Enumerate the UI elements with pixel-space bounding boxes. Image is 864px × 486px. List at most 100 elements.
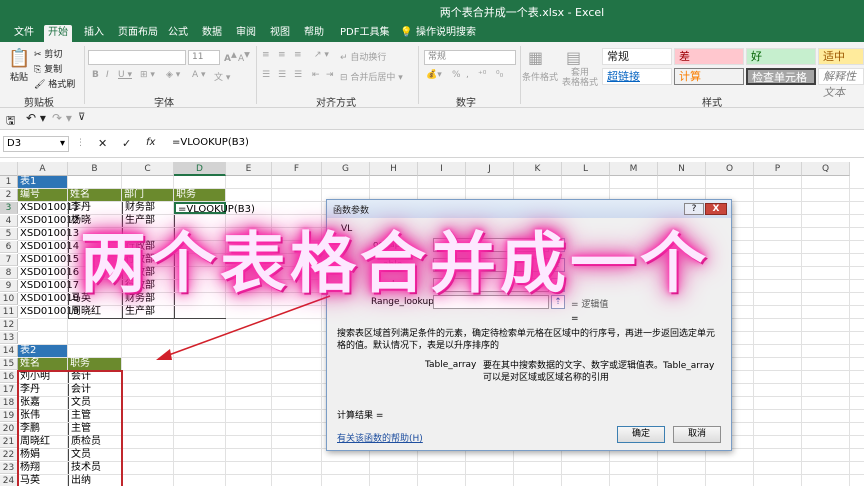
format-painter-button[interactable]: 🖌 格式刷: [34, 77, 75, 90]
column-header-h[interactable]: H: [370, 162, 418, 176]
cell-a1[interactable]: 表1: [18, 176, 67, 188]
redo-icon[interactable]: ↷ ▾: [52, 111, 72, 125]
column-header-f[interactable]: F: [272, 162, 322, 176]
increase-indent-icon[interactable]: ⇥: [326, 70, 334, 80]
column-header-i[interactable]: I: [418, 162, 466, 176]
cell-a11[interactable]: XSD010019: [18, 306, 79, 318]
row-header-10[interactable]: 10: [0, 293, 18, 305]
row-header-8[interactable]: 8: [0, 267, 18, 279]
align-center-icon[interactable]: ☰: [278, 70, 286, 80]
row-header-5[interactable]: 5: [0, 228, 18, 240]
enter-formula-button[interactable]: ✓: [122, 137, 131, 150]
cell-d2[interactable]: 职务: [174, 189, 225, 201]
column-header-j[interactable]: J: [466, 162, 514, 176]
row-header-9[interactable]: 9: [0, 280, 18, 292]
currency-icon[interactable]: 💰▾: [426, 70, 442, 80]
increase-decimal-icon[interactable]: ⁺⁰: [478, 70, 486, 80]
ok-button[interactable]: 确定: [617, 426, 665, 443]
style-neutral[interactable]: 适中: [818, 48, 864, 65]
row-header-14[interactable]: 14: [0, 345, 18, 357]
cell-b11[interactable]: 周晓红: [68, 306, 121, 318]
style-check-cell[interactable]: 检查单元格: [746, 68, 816, 85]
cut-button[interactable]: ✂ 剪切: [34, 47, 62, 60]
cell-a15[interactable]: 姓名: [18, 358, 67, 370]
tab-review[interactable]: 审阅: [232, 25, 260, 42]
column-header-b[interactable]: B: [68, 162, 122, 176]
row-header-11[interactable]: 11: [0, 306, 18, 318]
column-header-d[interactable]: D: [174, 162, 226, 176]
row-header-24[interactable]: 24: [0, 475, 18, 486]
copy-button[interactable]: ⎘ 复制: [34, 62, 62, 75]
column-header-e[interactable]: E: [226, 162, 272, 176]
function-help-link[interactable]: 有关该函数的帮助(H): [337, 431, 423, 444]
fill-color-icon[interactable]: ◈ ▾: [166, 70, 180, 80]
customize-qat-icon[interactable]: ⊽: [78, 112, 85, 123]
style-normal[interactable]: 常规: [602, 48, 672, 65]
name-box[interactable]: D3 ▾: [3, 136, 69, 152]
paste-icon[interactable]: 📋: [8, 48, 30, 69]
shrink-font-button[interactable]: A▼: [238, 50, 250, 64]
cell-a4[interactable]: XSD010012: [18, 215, 79, 227]
row-header-4[interactable]: 4: [0, 215, 18, 227]
cell-a7[interactable]: XSD010015: [18, 254, 79, 266]
underline-button[interactable]: U ▾: [118, 70, 132, 80]
merge-center-button[interactable]: ⊟ 合并后居中 ▾: [340, 70, 403, 83]
style-calculation[interactable]: 计算: [674, 68, 744, 85]
tab-help[interactable]: 帮助: [300, 25, 328, 42]
column-header-k[interactable]: K: [514, 162, 562, 176]
row-header-13[interactable]: 13: [0, 332, 18, 344]
cancel-formula-button[interactable]: ✕: [98, 137, 107, 150]
tab-file[interactable]: 文件: [10, 25, 38, 42]
align-bottom-icon[interactable]: ≡: [294, 50, 302, 60]
cell-a9[interactable]: XSD010017: [18, 280, 79, 292]
column-header-c[interactable]: C: [122, 162, 174, 176]
style-explanatory[interactable]: 解释性文本: [818, 68, 864, 99]
row-header-23[interactable]: 23: [0, 462, 18, 474]
align-middle-icon[interactable]: ≡: [278, 50, 286, 60]
italic-button[interactable]: I: [106, 70, 109, 80]
row-header-19[interactable]: 19: [0, 410, 18, 422]
wrap-text-button[interactable]: ↵ 自动换行: [340, 50, 386, 63]
decrease-indent-icon[interactable]: ⇤: [312, 70, 320, 80]
font-size-combo[interactable]: 11: [188, 50, 220, 65]
undo-icon[interactable]: ↶ ▾: [26, 111, 46, 125]
cell-a5[interactable]: XSD010013: [18, 228, 79, 240]
cell-a8[interactable]: XSD010016: [18, 267, 79, 279]
select-all-corner[interactable]: [0, 162, 18, 176]
border-icon[interactable]: ⊞ ▾: [140, 70, 155, 80]
tab-pdf-tools[interactable]: PDF工具集: [336, 25, 393, 42]
tab-view[interactable]: 视图: [266, 25, 294, 42]
font-name-combo[interactable]: [88, 50, 186, 65]
style-good[interactable]: 好: [746, 48, 816, 65]
style-hyperlink[interactable]: 超链接: [602, 68, 672, 85]
phonetic-icon[interactable]: 文 ▾: [214, 70, 230, 83]
bold-button[interactable]: B: [92, 70, 99, 80]
align-left-icon[interactable]: ☰: [262, 70, 270, 80]
align-top-icon[interactable]: ≡: [262, 50, 270, 60]
column-header-o[interactable]: O: [706, 162, 754, 176]
cell-a2[interactable]: 编号: [18, 189, 67, 201]
cell-a14[interactable]: 表2: [18, 345, 67, 357]
row-header-12[interactable]: 12: [0, 319, 18, 331]
row-header-22[interactable]: 22: [0, 449, 18, 461]
cell-c2[interactable]: 部门: [122, 189, 173, 201]
number-format-combo[interactable]: 常规: [424, 50, 516, 65]
row-header-6[interactable]: 6: [0, 241, 18, 253]
orientation-icon[interactable]: ↗ ▾: [314, 50, 329, 60]
paste-button[interactable]: 粘贴: [10, 70, 28, 83]
tab-formulas[interactable]: 公式: [164, 25, 192, 42]
tab-insert[interactable]: 插入: [80, 25, 108, 42]
row-header-20[interactable]: 20: [0, 423, 18, 435]
grow-font-button[interactable]: A▲: [224, 50, 237, 64]
cell-a10[interactable]: XSD010018: [18, 293, 79, 305]
table-format-icon[interactable]: ▤: [566, 48, 581, 67]
column-header-p[interactable]: P: [754, 162, 802, 176]
cell-c11[interactable]: 生产部: [122, 306, 173, 318]
cell-a3[interactable]: XSD010011: [18, 202, 79, 214]
conditional-format-icon[interactable]: ▦: [528, 48, 543, 67]
row-header-15[interactable]: 15: [0, 358, 18, 370]
cell-b15[interactable]: 职务: [68, 358, 121, 370]
align-right-icon[interactable]: ☰: [294, 70, 302, 80]
row-header-3[interactable]: 3: [0, 202, 18, 214]
row-header-18[interactable]: 18: [0, 397, 18, 409]
